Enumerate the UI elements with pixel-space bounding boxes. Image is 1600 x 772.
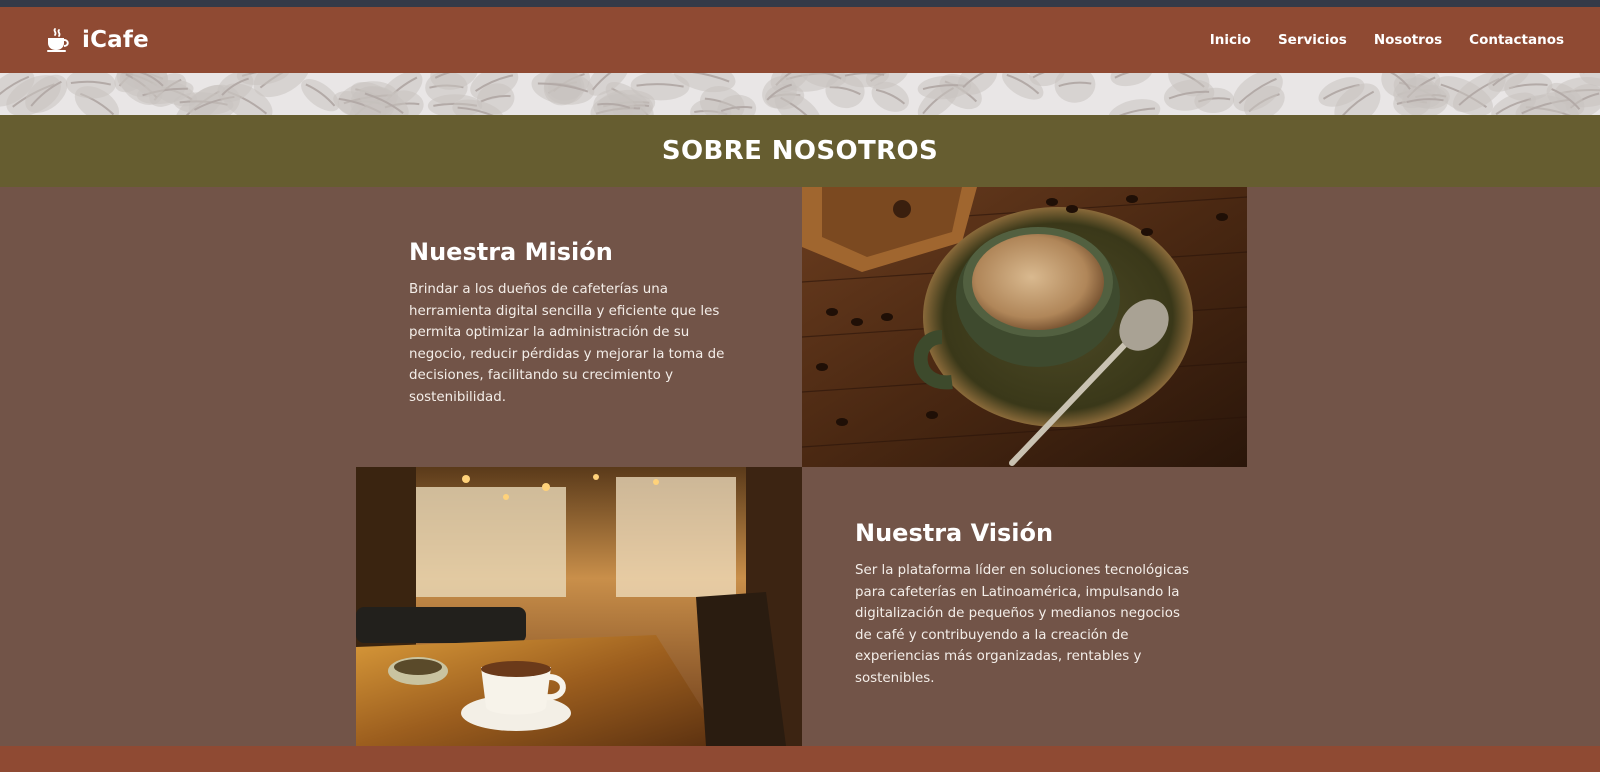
coffee-cup-image (802, 187, 1247, 467)
vision-line: de café y contribuyendo a la creación de (855, 627, 1129, 643)
vision-line: experiencias más organizadas, rentables … (855, 649, 1142, 665)
mission-line: permita optimizar la administración de s… (409, 325, 690, 341)
brand-logo[interactable]: iCafe (44, 26, 149, 54)
mission-title: Nuestra Misión (409, 238, 613, 266)
mission-line: decisiones, facilitando su crecimiento y (409, 368, 673, 384)
main-nav: Inicio Servicios Nosotros Contactanos (1210, 32, 1564, 48)
vision-line: sostenibles. (855, 670, 935, 686)
mission-line: Brindar a los dueños de cafeterías una (409, 282, 668, 297)
vision-text: Ser la plataforma líder en soluciones te… (855, 560, 1205, 690)
coffee-beans-banner (0, 73, 1600, 115)
mission-line: herramienta digital sencilla y eficiente… (409, 303, 720, 319)
cafe-interior-image (356, 467, 802, 746)
vision-title: Nuestra Visión (855, 519, 1054, 547)
nav-inicio[interactable]: Inicio (1210, 32, 1251, 48)
mission-line: negocio, reducir pérdidas y mejorar la t… (409, 346, 725, 362)
nav-contactanos[interactable]: Contactanos (1469, 32, 1564, 48)
mission-line: sostenibilidad. (409, 389, 506, 405)
mission-text: Brindar a los dueños de cafeterías una h… (409, 279, 744, 409)
footer-strip (0, 746, 1600, 772)
navbar: iCafe Inicio Servicios Nosotros Contacta… (0, 7, 1600, 73)
about-title-bar: SOBRE NOSOTROS (0, 115, 1600, 187)
nav-nosotros[interactable]: Nosotros (1374, 32, 1442, 48)
vision-line: para cafeterías en Latinoamérica, impuls… (855, 584, 1180, 600)
vision-line: Ser la plataforma líder en soluciones te… (855, 563, 1189, 578)
nav-servicios[interactable]: Servicios (1278, 32, 1347, 48)
about-title: SOBRE NOSOTROS (661, 136, 939, 166)
coffee-cup-icon (44, 26, 72, 54)
vision-block: Nuestra Visión Ser la plataforma líder e… (855, 519, 1205, 690)
brand-name: iCafe (82, 27, 149, 53)
vision-line: digitalización de pequeños y medianos ne… (855, 606, 1180, 622)
mission-block: Nuestra Misión Brindar a los dueños de c… (409, 238, 744, 409)
browser-top-strip (0, 0, 1600, 7)
